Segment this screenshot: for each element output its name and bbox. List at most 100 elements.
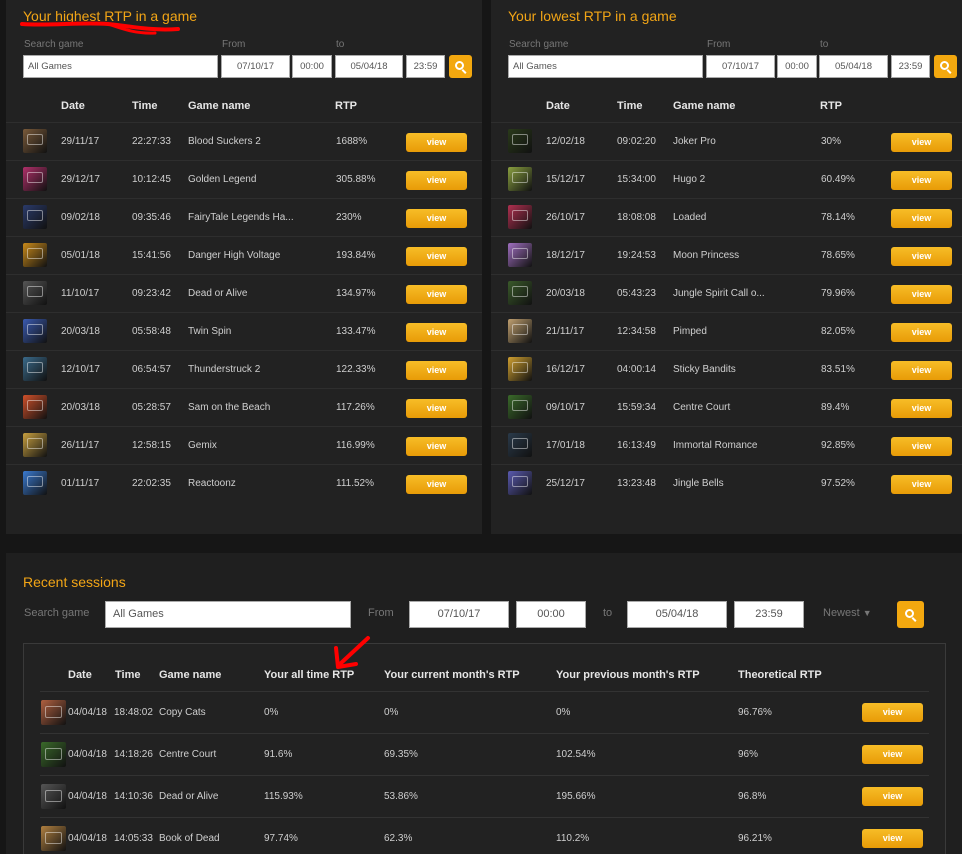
from-date-input[interactable]: 07/10/17 xyxy=(706,55,775,78)
view-button[interactable]: view xyxy=(406,133,467,152)
search-game-input[interactable]: All Games xyxy=(508,55,703,78)
search-game-input[interactable]: All Games xyxy=(23,55,218,78)
highest-rtp-title: Your highest RTP in a game xyxy=(23,8,198,24)
from-time-input[interactable]: 00:00 xyxy=(516,601,586,628)
view-button[interactable]: view xyxy=(891,285,952,304)
table-row: 20/03/18 05:58:48 Twin Spin 133.47% view xyxy=(6,312,482,350)
from-date-input[interactable]: 07/10/17 xyxy=(221,55,290,78)
row-game-name: Sticky Bandits xyxy=(673,364,736,375)
table-row: 16/12/17 04:00:14 Sticky Bandits 83.51% view xyxy=(491,350,962,388)
row-game-name: Book of Dead xyxy=(159,833,220,844)
view-button[interactable]: view xyxy=(891,247,952,266)
from-time-input[interactable]: 00:00 xyxy=(777,55,817,78)
sort-dropdown[interactable]: Newest ▼ xyxy=(823,607,872,619)
table-row: 29/12/17 10:12:45 Golden Legend 305.88% view xyxy=(6,160,482,198)
view-button[interactable]: view xyxy=(891,209,952,228)
to-label: to xyxy=(336,39,345,50)
to-date-input[interactable]: 05/04/18 xyxy=(627,601,727,628)
table-row: 04/04/18 18:48:02 Copy Cats 0% 0% 0% 96.76% vie… xyxy=(40,691,929,733)
row-game-name: Immortal Romance xyxy=(673,440,758,451)
row-rtp: 97.52% xyxy=(821,478,855,489)
search-icon xyxy=(904,608,917,622)
to-date-input[interactable]: 05/04/18 xyxy=(335,55,403,78)
row-game-name: Copy Cats xyxy=(159,707,206,718)
view-button[interactable]: view xyxy=(891,133,952,152)
row-time: 14:18:26 xyxy=(114,749,153,760)
game-thumbnail xyxy=(508,205,532,229)
from-time-input[interactable]: 00:00 xyxy=(292,55,332,78)
search-game-label: Search game xyxy=(24,607,90,619)
row-date: 04/04/18 xyxy=(68,707,107,718)
view-button[interactable]: view xyxy=(862,787,923,806)
view-button[interactable]: view xyxy=(862,745,923,764)
row-game-name: Loaded xyxy=(673,212,707,223)
column-date: Date xyxy=(61,100,85,112)
to-time-input[interactable]: 23:59 xyxy=(406,55,445,78)
row-rtp: 79.96% xyxy=(821,288,855,299)
row-rtp: 78.65% xyxy=(821,250,855,261)
row-game-name: Sam on the Beach xyxy=(188,402,271,413)
from-label: From xyxy=(707,39,731,50)
table-row: 21/11/17 12:34:58 Pimped 82.05% view xyxy=(491,312,962,350)
row-current-month-rtp: 53.86% xyxy=(384,791,418,802)
search-button[interactable] xyxy=(934,55,957,78)
row-theoretical-rtp: 96% xyxy=(738,749,759,760)
row-game-name: Danger High Voltage xyxy=(188,250,281,261)
view-button[interactable]: view xyxy=(406,475,467,494)
row-game-name: Jungle Spirit Call o... xyxy=(673,288,765,299)
view-button[interactable]: view xyxy=(406,285,467,304)
row-rtp: 1688% xyxy=(336,136,368,147)
to-time-input[interactable]: 23:59 xyxy=(734,601,804,628)
game-thumbnail xyxy=(41,700,66,725)
game-thumbnail xyxy=(23,433,47,457)
row-previous-month-rtp: 102.54% xyxy=(556,749,596,760)
row-date: 05/01/18 xyxy=(61,250,100,261)
game-thumbnail xyxy=(23,167,47,191)
view-button[interactable]: view xyxy=(862,829,923,848)
search-button[interactable] xyxy=(897,601,924,628)
row-current-month-rtp: 69.35% xyxy=(384,749,418,760)
table-row: 04/04/18 14:10:36 Dead or Alive 115.93% 53.8… xyxy=(40,775,929,817)
view-button[interactable]: view xyxy=(891,475,952,494)
view-button[interactable]: view xyxy=(406,209,467,228)
search-game-input[interactable]: All Games xyxy=(105,601,351,628)
view-button[interactable]: view xyxy=(891,437,952,456)
row-rtp: 116.99% xyxy=(336,440,375,451)
table-row: 29/11/17 22:27:33 Blood Suckers 2 1688% view xyxy=(6,122,482,160)
row-time: 10:12:45 xyxy=(132,174,171,185)
to-time-input[interactable]: 23:59 xyxy=(891,55,930,78)
row-date: 16/12/17 xyxy=(546,364,585,375)
row-date: 20/03/18 xyxy=(61,326,100,337)
view-button[interactable]: view xyxy=(891,171,952,190)
view-button[interactable]: view xyxy=(406,171,467,190)
search-icon xyxy=(454,60,467,74)
game-thumbnail xyxy=(508,433,532,457)
game-thumbnail xyxy=(508,129,532,153)
view-button[interactable]: view xyxy=(891,361,952,380)
game-thumbnail xyxy=(23,357,47,381)
row-time: 12:58:15 xyxy=(132,440,171,451)
row-rtp: 122.33% xyxy=(336,364,376,375)
view-button[interactable]: view xyxy=(406,247,467,266)
view-button[interactable]: view xyxy=(406,437,467,456)
to-label: to xyxy=(820,39,829,50)
from-date-input[interactable]: 07/10/17 xyxy=(409,601,509,628)
search-game-label: Search game xyxy=(509,39,569,50)
to-date-input[interactable]: 05/04/18 xyxy=(819,55,888,78)
view-button[interactable]: view xyxy=(406,323,467,342)
row-game-name: Centre Court xyxy=(159,749,217,760)
table-row: 26/11/17 12:58:15 Gemix 116.99% view xyxy=(6,426,482,464)
view-button[interactable]: view xyxy=(406,399,467,418)
caret-down-icon: ▼ xyxy=(862,608,872,618)
table-row: 04/04/18 14:05:33 Book of Dead 97.74% 62.3% 1… xyxy=(40,817,929,854)
row-game-name: Moon Princess xyxy=(673,250,740,261)
row-theoretical-rtp: 96.76% xyxy=(738,707,772,718)
view-button[interactable]: view xyxy=(891,323,952,342)
row-time: 22:27:33 xyxy=(132,136,171,147)
row-date: 25/12/17 xyxy=(546,478,585,489)
search-game-label: Search game xyxy=(24,39,84,50)
search-button[interactable] xyxy=(449,55,472,78)
view-button[interactable]: view xyxy=(406,361,467,380)
view-button[interactable]: view xyxy=(862,703,923,722)
view-button[interactable]: view xyxy=(891,399,952,418)
